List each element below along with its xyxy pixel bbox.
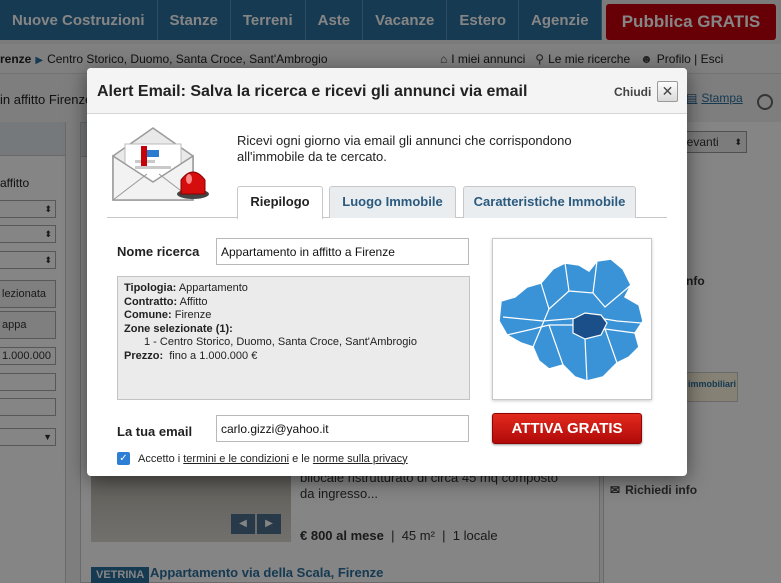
summary-tipologia: Tipologia: Appartamento	[124, 282, 463, 296]
email-input[interactable]	[216, 415, 469, 442]
consent-checkbox[interactable]: ✓	[117, 452, 130, 465]
contratto-label: Contratto:	[124, 295, 178, 308]
zone-map[interactable]	[492, 238, 652, 400]
prezzo-label: Prezzo:	[124, 349, 164, 362]
search-summary: Tipologia: Appartamento Contratto: Affit…	[117, 276, 470, 400]
close-icon[interactable]: ✕	[657, 81, 678, 102]
comune-label: Comune:	[124, 309, 172, 321]
summary-contratto: Contratto: Affitto	[124, 296, 463, 310]
privacy-link[interactable]: norme sulla privacy	[313, 453, 408, 465]
email-label: La tua email	[117, 424, 193, 439]
tab-caratteristiche-immobile[interactable]: Caratteristiche Immobile	[463, 186, 636, 218]
zone-label: Zone selezionate (1):	[124, 322, 233, 335]
summary-zone-item: 1 - Centro Storico, Duomo, Santa Croce, …	[144, 336, 417, 348]
dialog-title: Alert Email: Salva la ricerca e ricevi g…	[97, 83, 528, 100]
search-name-label: Nome ricerca	[117, 244, 200, 259]
dialog-header: Alert Email: Salva la ricerca e ricevi g…	[87, 68, 687, 114]
tab-riepilogo[interactable]: Riepilogo	[237, 186, 323, 219]
dialog-tabs: Riepilogo Luogo Immobile Caratteristiche…	[107, 186, 667, 219]
consent-middle: e le	[292, 452, 310, 465]
florence-map-graphic	[498, 258, 644, 382]
intro-text: Ricevi ogni giorno via email gli annunci…	[237, 133, 572, 164]
summary-prezzo: Prezzo: fino a 1.000.000 €	[124, 350, 463, 364]
comune-value: Firenze	[174, 309, 212, 321]
contratto-value: Affitto	[179, 295, 208, 308]
activate-free-button[interactable]: ATTIVA GRATIS	[492, 413, 642, 444]
search-name-input[interactable]	[216, 238, 469, 265]
prezzo-value: fino a 1.000.000 €	[169, 349, 258, 362]
tipologia-value: Appartamento	[178, 282, 248, 294]
summary-comune: Comune: Firenze	[124, 309, 463, 323]
tab-luogo-immobile[interactable]: Luogo Immobile	[329, 186, 456, 218]
summary-zone: Zone selezionate (1):	[124, 323, 463, 337]
tipologia-label: Tipologia:	[124, 282, 177, 294]
consent-prefix: Accetto i	[138, 452, 181, 465]
email-alert-dialog: Alert Email: Salva la ricerca e ricevi g…	[87, 68, 687, 476]
terms-consent: ✓ Accetto i termini e le condizioni e le…	[117, 452, 408, 465]
terms-link[interactable]: termini e le condizioni	[183, 453, 289, 465]
close-link[interactable]: Chiudi	[614, 85, 651, 99]
